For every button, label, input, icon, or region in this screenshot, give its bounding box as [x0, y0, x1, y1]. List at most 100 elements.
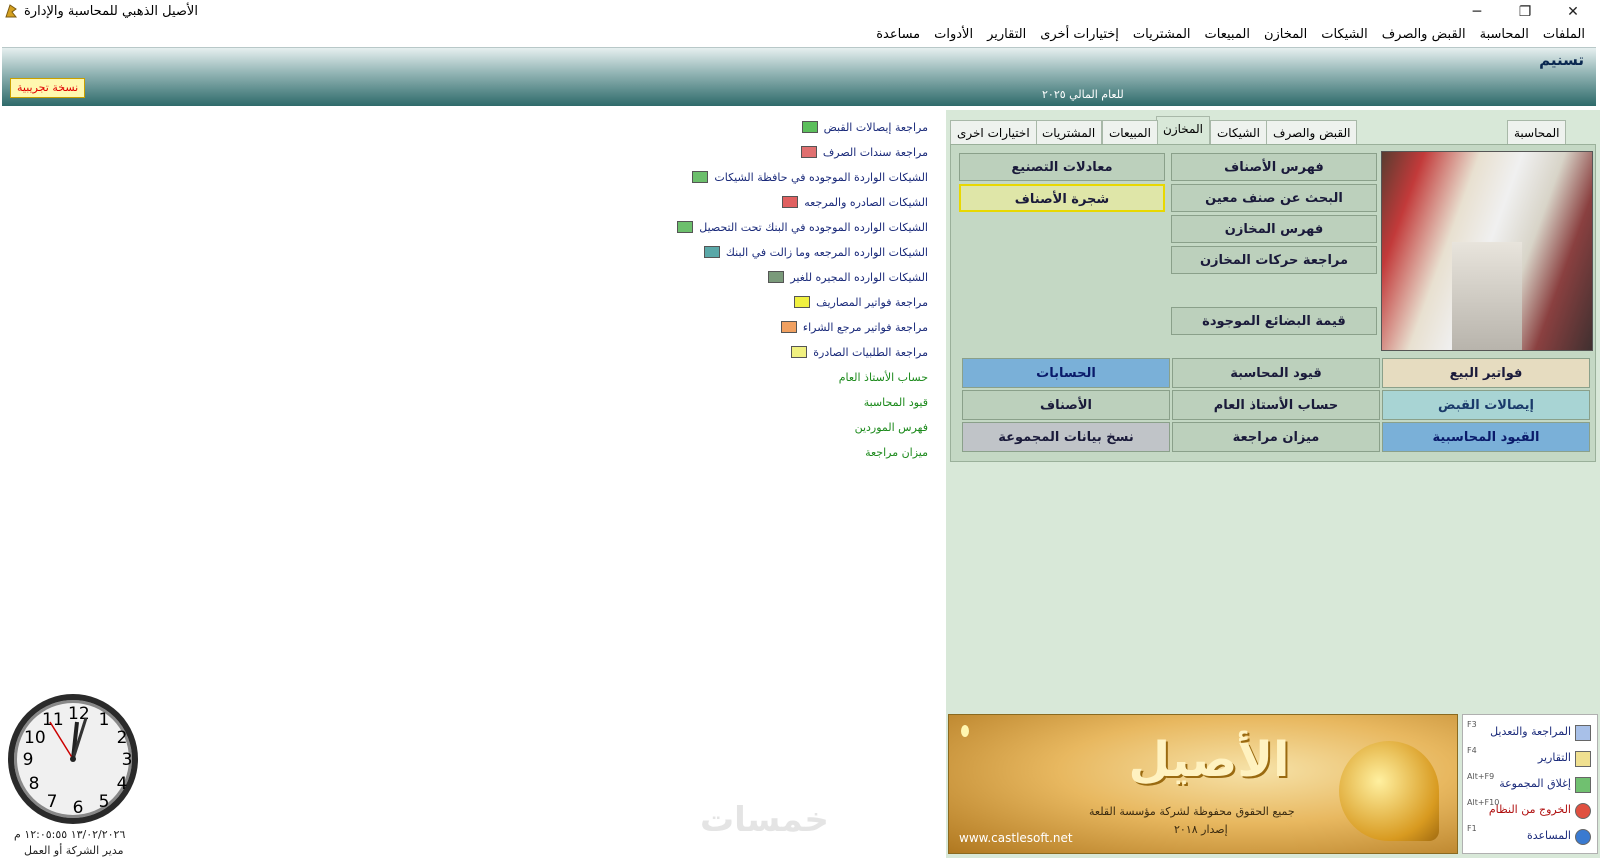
- yellow-doc-icon: [794, 296, 811, 308]
- review-item-label: مراجعة فواتير مرجع الشراء: [802, 320, 928, 334]
- review-item-label: مراجعة فواتير المصاريف: [816, 295, 928, 309]
- tab-stores[interactable]: المخازن: [1156, 116, 1210, 147]
- review-item[interactable]: مراجعة الطلبيات الصادرة: [791, 341, 928, 363]
- menu-purchases[interactable]: المشتريات: [1126, 24, 1198, 46]
- menu-tools[interactable]: الأدوات: [927, 24, 980, 46]
- journal-entries-button[interactable]: قيود المحاسبة: [1172, 358, 1380, 388]
- maximize-button[interactable]: ❐: [1502, 0, 1548, 24]
- review-item-label: الشيكات الوارده المرجعه وما زالت في البن…: [725, 245, 928, 259]
- quick-link-suppliers-index[interactable]: فهرس الموردين: [855, 416, 928, 438]
- review-item-label: مراجعة الطلبيات الصادرة: [813, 345, 928, 359]
- manufacturing-formulas-button[interactable]: معادلات التصنيع: [959, 153, 1165, 181]
- items-tree-button[interactable]: شجرة الأصناف: [959, 184, 1165, 212]
- quick-link-journal-entries[interactable]: قيود المحاسبة: [864, 391, 928, 413]
- review-panel: مراجعة إيصالات القبض مراجعة سندات الصرف …: [0, 110, 942, 858]
- green-check-icon: [692, 171, 709, 183]
- tab-other[interactable]: اختيارات اخرى: [950, 120, 1037, 145]
- items-button[interactable]: الأصناف: [962, 390, 1170, 420]
- shortcut-key: Alt+F10: [1467, 798, 1500, 807]
- review-item[interactable]: مراجعة إيصالات القبض: [801, 116, 928, 138]
- trial-badge: نسخة تجريبية: [10, 78, 86, 98]
- shortcut-label: إغلاق المجموعة: [1499, 777, 1571, 790]
- quick-link-label: ميزان مراجعة: [865, 445, 928, 459]
- quick-link-label: حساب الأستاذ العام: [838, 370, 928, 384]
- website-link[interactable]: www.castlesoft.net: [959, 831, 1073, 845]
- shortcuts-panel: المراجعة والتعديل F3 التقارير F4 إغلاق ا…: [1462, 714, 1598, 854]
- analog-clock: 12 1 2 3 4 5 6 7 8 9 10 11: [8, 694, 138, 824]
- close-group-icon: [1575, 777, 1591, 793]
- quick-link-general-ledger[interactable]: حساب الأستاذ العام: [839, 366, 928, 388]
- shortcut-key: F1: [1467, 824, 1477, 833]
- green-grid-icon: [801, 121, 818, 133]
- title-bar: الأصيل الذهبي للمحاسبة والإدارة ─ ❐ ✕: [0, 0, 1600, 24]
- review-item-label: الشيكات الوارده الموجوده في البنك تحت ال…: [699, 220, 928, 234]
- tab-purchases[interactable]: المشتريات: [1035, 120, 1103, 145]
- tab-sales[interactable]: المبيعات: [1102, 120, 1158, 145]
- quick-link-label: قيود المحاسبة: [863, 395, 928, 409]
- trial-balance-button[interactable]: ميزان مراجعة: [1172, 422, 1380, 452]
- stores-movements-button[interactable]: مراجعة حركات المخازن: [1171, 246, 1377, 274]
- tab-accounting[interactable]: المحاسبة: [1507, 120, 1567, 145]
- yellow-doc-icon: [791, 346, 808, 358]
- shortcut-label: المراجعة والتعديل: [1490, 725, 1571, 738]
- shortcut-close-group[interactable]: إغلاق المجموعة Alt+F9: [1463, 771, 1597, 797]
- shortcut-reports[interactable]: التقارير F4: [1463, 745, 1597, 771]
- backup-group-data-button[interactable]: نسخ بيانات المجموعة: [962, 422, 1170, 452]
- app-logo-icon: [4, 3, 18, 19]
- review-item[interactable]: مراجعة فواتير مرجع الشراء: [780, 316, 928, 338]
- product-logo: الأصيل: [1128, 732, 1290, 788]
- search-item-button[interactable]: البحث عن صنف معين: [1171, 184, 1377, 212]
- general-ledger-button[interactable]: حساب الأستاذ العام: [1172, 390, 1380, 420]
- review-item[interactable]: مراجعة فواتير المصاريف: [794, 291, 928, 313]
- version-text: إصدار ٢٠١٨: [1174, 823, 1228, 836]
- sales-invoices-button[interactable]: فواتير البيع: [1382, 358, 1590, 388]
- window-title: الأصيل الذهبي للمحاسبة والإدارة: [24, 4, 198, 19]
- accounts-button[interactable]: الحسابات: [962, 358, 1170, 388]
- gray-check-icon: [768, 271, 785, 283]
- menu-help[interactable]: مساعدة: [869, 24, 927, 46]
- review-item[interactable]: الشيكات الوارده المرجعه وما زالت في البن…: [703, 241, 928, 263]
- review-item[interactable]: الشيكات الصادره والمرجعه: [782, 191, 928, 213]
- review-item-label: الشيكات الواردة الموجوده في حافظة الشيكا…: [714, 170, 928, 184]
- shortcut-exit[interactable]: الخروج من النظام Alt+F10: [1463, 797, 1597, 823]
- review-item[interactable]: الشيكات الوارده المجيره للغير: [768, 266, 928, 288]
- menu-accounting[interactable]: المحاسبة: [1473, 24, 1536, 46]
- shortcut-review-edit[interactable]: المراجعة والتعديل F3: [1463, 719, 1597, 745]
- quick-link-trial-balance[interactable]: ميزان مراجعة: [865, 441, 928, 463]
- close-button[interactable]: ✕: [1550, 0, 1596, 24]
- items-index-button[interactable]: فهرس الأصناف: [1171, 153, 1377, 181]
- green-check-icon: [677, 221, 694, 233]
- stores-index-button[interactable]: فهرس المخازن: [1171, 215, 1377, 243]
- aisle-floor: [1452, 242, 1522, 350]
- menu-sales[interactable]: المبيعات: [1198, 24, 1257, 46]
- receipts-button[interactable]: إيصالات القبض: [1382, 390, 1590, 420]
- review-item-label: الشيكات الوارده المجيره للغير: [790, 270, 928, 284]
- teal-check-icon: [703, 246, 720, 258]
- shortcut-label: المساعدة: [1526, 829, 1571, 842]
- accounting-entries-button[interactable]: القيود المحاسبية: [1382, 422, 1590, 452]
- watermark: خمسات: [700, 800, 829, 840]
- tab-receipts-payments[interactable]: القبض والصرف: [1266, 120, 1358, 145]
- help-icon: [1575, 829, 1591, 845]
- minimize-button[interactable]: ─: [1454, 0, 1500, 24]
- user-role-text: مدير الشركة أو العمل: [24, 844, 124, 857]
- menu-files[interactable]: الملفات: [1536, 24, 1592, 46]
- menu-receipts-payments[interactable]: القبض والصرف: [1375, 24, 1473, 46]
- shortcut-help[interactable]: المساعدة F1: [1463, 823, 1597, 849]
- reports-icon: [1575, 751, 1591, 767]
- review-item[interactable]: الشيكات الوارده الموجوده في البنك تحت ال…: [677, 216, 928, 238]
- shortcut-label: التقارير: [1537, 751, 1571, 764]
- menu-stores[interactable]: المخازن: [1257, 24, 1314, 46]
- review-item[interactable]: الشيكات الواردة الموجوده في حافظة الشيكا…: [692, 166, 928, 188]
- menu-other-options[interactable]: إختيارات أخرى: [1033, 24, 1126, 46]
- store-aisle-image: [1381, 151, 1593, 351]
- product-banner: الأصيل جميع الحقوق محفوظة لشركة مؤسسة ال…: [948, 714, 1458, 854]
- menu-checks[interactable]: الشيكات: [1314, 24, 1374, 46]
- menu-reports[interactable]: التقارير: [980, 24, 1033, 46]
- horse-logo-icon: [1339, 741, 1439, 841]
- quick-link-label: فهرس الموردين: [854, 420, 928, 434]
- tab-strip: اختيارات اخرى المحاسبة القبض والصرف الشي…: [946, 116, 1596, 147]
- review-item[interactable]: مراجعة سندات الصرف: [800, 141, 928, 163]
- tab-checks[interactable]: الشيكات: [1210, 120, 1267, 145]
- goods-value-button[interactable]: قيمة البضائع الموجودة: [1171, 307, 1377, 335]
